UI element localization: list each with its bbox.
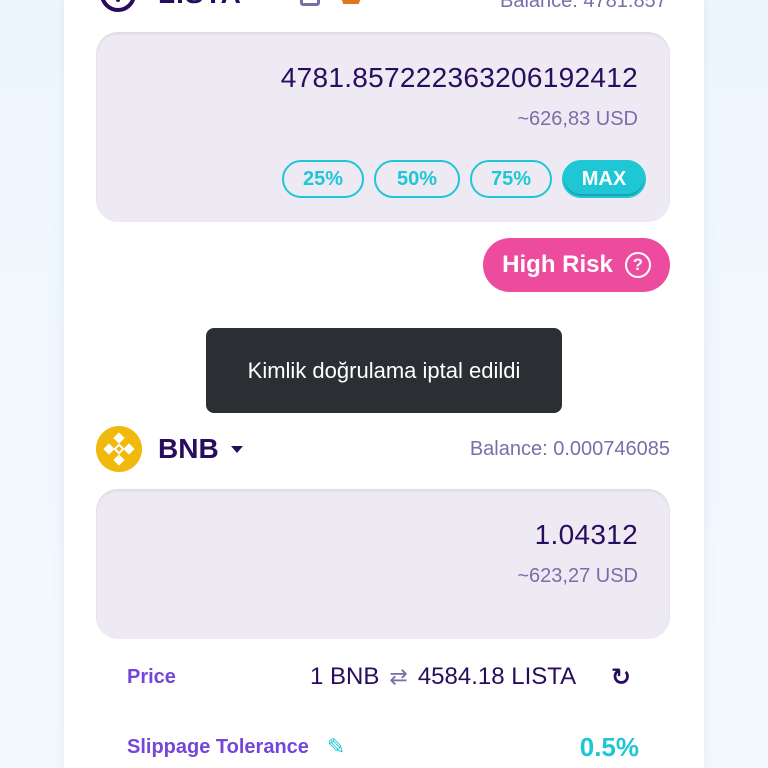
from-amount-box[interactable]: 4781.857222363206192412 ~626,83 USD 25% … — [96, 32, 670, 222]
percent-25-button[interactable]: 25% — [282, 160, 364, 198]
price-left: 1 BNB — [310, 663, 380, 690]
risk-label: High Risk — [502, 251, 613, 278]
price-value: 1 BNB ⇄ 4584.18 LISTA — [310, 663, 576, 691]
swap-arrows-icon[interactable]: ⇄ — [389, 664, 407, 690]
from-amount-input[interactable]: 4781.857222363206192412 — [281, 62, 638, 94]
to-usd-value: ~623,27 USD — [517, 565, 638, 587]
slippage-value: 0.5% — [579, 731, 639, 762]
bnb-token-icon — [96, 426, 142, 472]
slippage-row: Slippage Tolerance ✎ 0.5% — [127, 732, 639, 762]
price-right: 4584.18 LISTA — [417, 663, 577, 690]
to-token-row: BNB Balance: 0.000746085 — [96, 425, 670, 473]
from-token-selector[interactable]: LISTA — [100, 0, 242, 12]
toast-message: Kimlik doğrulama iptal edildi — [206, 328, 562, 413]
copy-icon[interactable] — [300, 0, 320, 6]
price-row: Price 1 BNB ⇄ 4584.18 LISTA ↻ — [127, 662, 639, 692]
from-token-name: LISTA — [158, 0, 242, 10]
percent-75-button[interactable]: 75% — [470, 160, 552, 198]
from-balance: Balance: 4781.857 — [500, 0, 667, 12]
refresh-icon[interactable]: ↻ — [611, 663, 631, 692]
price-label: Price — [127, 665, 176, 688]
help-icon: ? — [624, 252, 651, 278]
to-amount-input[interactable]: 1.04312 — [535, 519, 638, 551]
high-risk-button[interactable]: High Risk ? — [483, 238, 670, 292]
to-amount-box[interactable]: 1.04312 ~623,27 USD — [96, 489, 670, 639]
percent-50-button[interactable]: 50% — [374, 160, 460, 198]
max-button[interactable]: MAX — [562, 160, 646, 198]
to-balance: Balance: 0.000746085 — [469, 437, 670, 460]
from-usd-value: ~626,83 USD — [517, 108, 638, 130]
caret-down-icon[interactable] — [230, 445, 243, 453]
pencil-icon[interactable]: ✎ — [327, 734, 345, 760]
to-token-name[interactable]: BNB — [158, 433, 219, 465]
slippage-label: Slippage Tolerance — [127, 735, 309, 758]
percent-buttons: 25% 50% 75% MAX — [282, 160, 646, 198]
